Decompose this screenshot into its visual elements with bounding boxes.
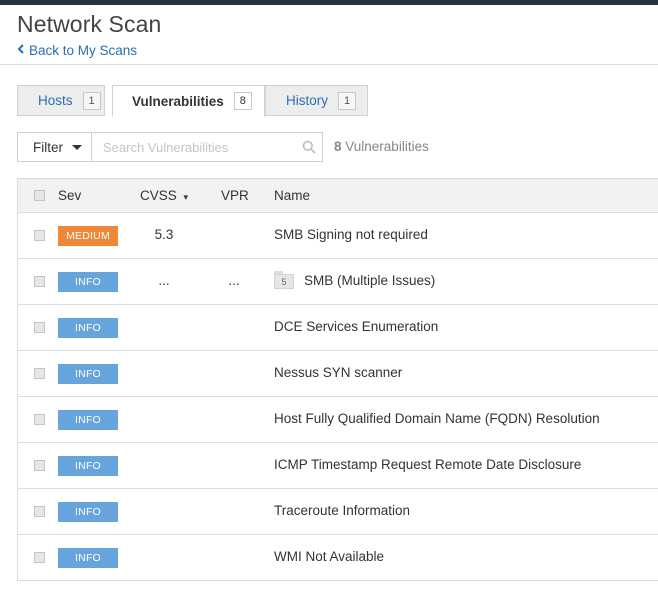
tab-history-label: History: [286, 93, 329, 108]
vulnerability-name[interactable]: WMI Not Available: [274, 549, 384, 564]
column-header-cvss[interactable]: CVSS ▾: [140, 188, 188, 203]
header-divider: [0, 64, 658, 65]
table-row[interactable]: MEDIUM 5.3 SMB Signing not required: [17, 213, 658, 259]
tab-history[interactable]: History 1: [265, 85, 368, 116]
vulnerabilities-table: Sev CVSS ▾ VPR Name MEDIUM 5.3 SMB Signing…: [17, 178, 658, 581]
table-row[interactable]: INFO WMI Not Available: [17, 535, 658, 581]
row-checkbox[interactable]: [34, 552, 45, 563]
vulnerability-name[interactable]: SMB (Multiple Issues): [304, 273, 435, 288]
row-checkbox[interactable]: [34, 460, 45, 471]
tab-history-count: 1: [338, 91, 357, 110]
search-icon[interactable]: [296, 133, 322, 161]
cvss-score: 5.3: [154, 227, 174, 242]
severity-badge: INFO: [58, 548, 118, 568]
search-vulnerabilities-input[interactable]: [92, 133, 296, 161]
top-nav-bar: [0, 0, 658, 5]
vulnerability-name[interactable]: Nessus SYN scanner: [274, 365, 402, 380]
row-checkbox[interactable]: [34, 506, 45, 517]
severity-badge: INFO: [58, 318, 118, 338]
vulnerability-count: 8 Vulnerabilities: [334, 139, 429, 154]
page-title: Network Scan: [17, 11, 162, 37]
vulnerability-count-number: 8: [334, 139, 342, 154]
vpr-score: ...: [228, 273, 240, 288]
table-body: MEDIUM 5.3 SMB Signing not required INFO...…: [17, 213, 658, 581]
column-header-name[interactable]: Name: [274, 188, 310, 203]
table-row[interactable]: INFO Traceroute Information: [17, 489, 658, 535]
vulnerability-name[interactable]: SMB Signing not required: [274, 227, 428, 242]
tab-vulnerabilities[interactable]: Vulnerabilities 8: [112, 85, 265, 117]
severity-badge: INFO: [58, 410, 118, 430]
severity-badge: INFO: [58, 364, 118, 384]
table-row[interactable]: INFO DCE Services Enumeration: [17, 305, 658, 351]
table-header: Sev CVSS ▾ VPR Name: [17, 178, 658, 213]
chevron-left-icon: [17, 44, 28, 57]
select-all-checkbox[interactable]: [34, 190, 45, 201]
tab-hosts[interactable]: Hosts 1: [17, 85, 105, 116]
sort-caret-icon: ▾: [183, 192, 189, 202]
table-row[interactable]: INFO ICMP Timestamp Request Remote Date D…: [17, 443, 658, 489]
table-row[interactable]: INFO Nessus SYN scanner: [17, 351, 658, 397]
back-link-label: Back to My Scans: [29, 43, 138, 58]
vulnerability-name[interactable]: ICMP Timestamp Request Remote Date Discl…: [274, 457, 581, 472]
folder-icon: 5: [274, 271, 294, 289]
tab-vulnerabilities-label: Vulnerabilities: [132, 93, 224, 109]
tab-hosts-count: 1: [82, 91, 101, 110]
vulnerability-name[interactable]: Traceroute Information: [274, 503, 410, 518]
back-to-my-scans-link[interactable]: Back to My Scans: [17, 43, 137, 58]
severity-badge: INFO: [58, 502, 118, 522]
row-checkbox[interactable]: [34, 322, 45, 333]
row-checkbox[interactable]: [34, 414, 45, 425]
row-checkbox[interactable]: [34, 368, 45, 379]
column-header-cvss-label: CVSS: [140, 188, 177, 203]
filter-button-label: Filter: [33, 139, 63, 155]
severity-badge: INFO: [58, 456, 118, 476]
filter-search-bar: Filter: [17, 132, 323, 162]
column-header-vpr[interactable]: VPR: [221, 188, 249, 203]
table-row[interactable]: INFO Host Fully Qualified Domain Name (FQ…: [17, 397, 658, 443]
tab-hosts-label: Hosts: [38, 93, 73, 108]
row-checkbox[interactable]: [34, 230, 45, 241]
filter-button[interactable]: Filter: [18, 133, 92, 161]
cvss-score: ...: [158, 273, 170, 288]
severity-badge: INFO: [58, 272, 118, 292]
vulnerability-name[interactable]: DCE Services Enumeration: [274, 319, 438, 334]
caret-down-icon: [72, 144, 82, 150]
group-count: 5: [274, 274, 294, 289]
vulnerability-count-label: Vulnerabilities: [345, 139, 429, 154]
column-header-sev[interactable]: Sev: [58, 188, 81, 203]
table-row[interactable]: INFO...... 5 SMB (Multiple Issues): [17, 259, 658, 305]
severity-badge: MEDIUM: [58, 226, 118, 246]
tab-vulnerabilities-count: 8: [233, 92, 252, 110]
row-checkbox[interactable]: [34, 276, 45, 287]
vulnerability-name[interactable]: Host Fully Qualified Domain Name (FQDN) …: [274, 411, 600, 426]
